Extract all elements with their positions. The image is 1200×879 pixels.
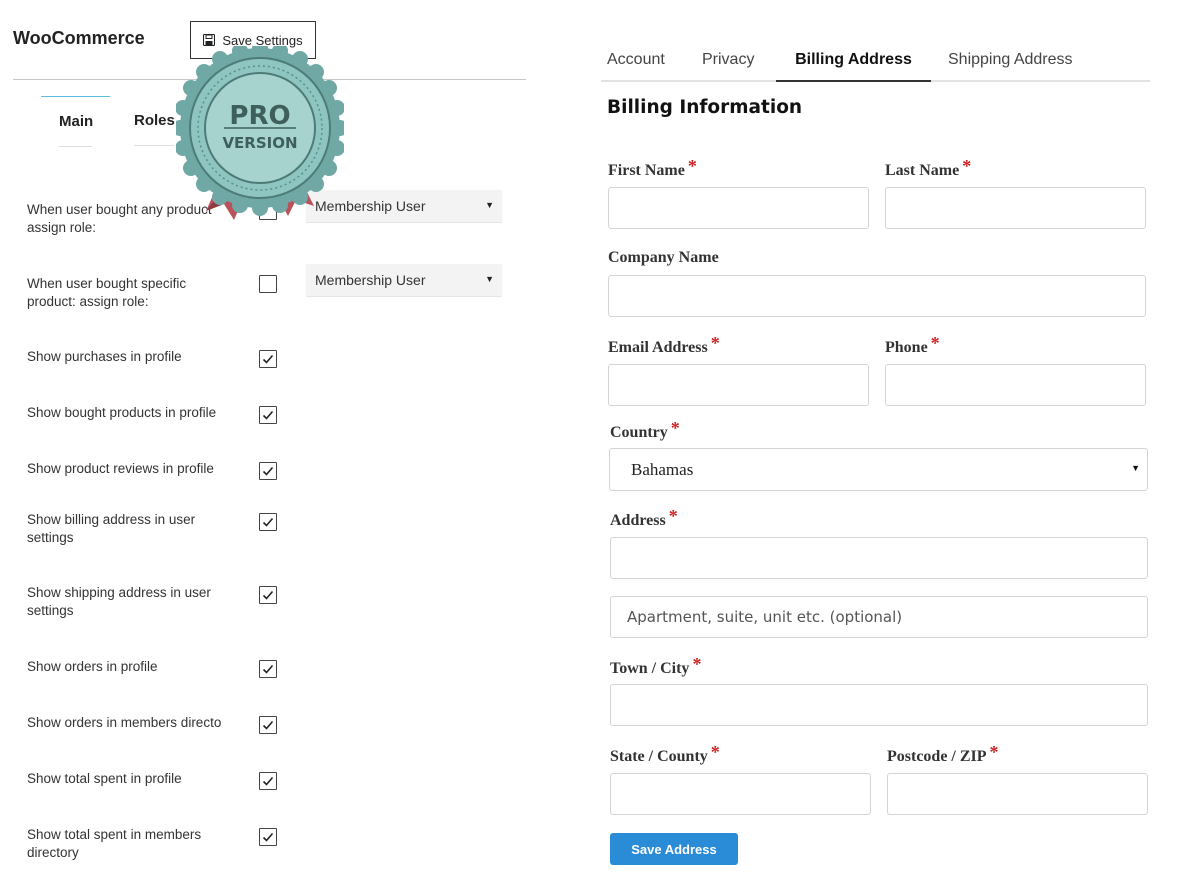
phone-label: Phone * — [885, 333, 940, 356]
option-label: Show bought products in profile — [27, 405, 217, 420]
option-checkbox[interactable] — [259, 513, 277, 531]
checkmark-icon — [262, 776, 274, 786]
checkmark-icon — [262, 720, 274, 730]
address-line1-input[interactable] — [610, 537, 1148, 579]
state-input[interactable] — [610, 773, 871, 815]
required-mark: * — [989, 742, 999, 762]
city-label: Town / City * — [610, 654, 702, 677]
tab-account[interactable]: Account — [607, 38, 665, 80]
option-checkbox[interactable] — [259, 828, 277, 846]
state-label: State / County * — [610, 742, 720, 765]
last-name-input[interactable] — [885, 187, 1146, 229]
caret-down-icon: ▼ — [485, 274, 494, 284]
checkmark-icon — [262, 590, 274, 600]
option-label: Show product reviews in profile — [27, 461, 214, 476]
checkmark-icon — [262, 664, 274, 674]
subtab-main[interactable]: Main — [41, 96, 110, 147]
caret-down-icon: ▼ — [1131, 463, 1140, 473]
city-input[interactable] — [610, 684, 1148, 726]
checkmark-icon — [262, 354, 274, 364]
email-input[interactable] — [608, 364, 869, 406]
caret-down-icon: ▼ — [485, 200, 494, 210]
subtab-underline — [134, 145, 174, 146]
required-mark: * — [930, 333, 940, 353]
option-checkbox[interactable] — [259, 772, 277, 790]
address-label: Address * — [610, 506, 678, 529]
phone-input[interactable] — [885, 364, 1146, 406]
country-label: Country * — [610, 418, 680, 441]
company-name-label: Company Name — [608, 249, 719, 266]
required-mark: * — [710, 742, 720, 762]
required-mark: * — [692, 654, 702, 674]
email-label: Email Address * — [608, 333, 720, 356]
postcode-input[interactable] — [887, 773, 1148, 815]
page-title: WooCommerce — [13, 28, 145, 48]
option-label: Show orders in members directo — [27, 715, 222, 730]
subtab-roles-label: Roles — [134, 112, 175, 129]
woocommerce-settings-panel: WooCommerce Save Settings Main Roles Whe… — [0, 0, 540, 879]
postcode-label: Postcode / ZIP * — [887, 742, 999, 765]
country-value: Bahamas — [631, 459, 694, 479]
subtab-main-label: Main — [59, 113, 94, 130]
checkmark-icon — [262, 832, 274, 842]
checkmark-icon — [262, 466, 274, 476]
badge-pro-text: PRO — [229, 101, 290, 131]
address-line2-input[interactable] — [610, 596, 1148, 638]
first-name-input[interactable] — [608, 187, 869, 229]
option-label: Show total spent in profile — [27, 771, 182, 786]
required-mark: * — [710, 333, 720, 353]
checkmark-icon — [262, 410, 274, 420]
tab-billing-address[interactable]: Billing Address — [776, 38, 931, 82]
option-label: Show total spent in members directory — [27, 827, 202, 860]
option-label: Show orders in profile — [27, 659, 158, 674]
pro-version-badge: PRO VERSION — [172, 40, 348, 222]
role-select-specific-product[interactable]: Membership User ▼ — [306, 264, 502, 297]
option-label: When user bought specific product: assig… — [27, 276, 187, 309]
option-checkbox[interactable] — [259, 275, 277, 293]
subtab-underline — [59, 146, 92, 147]
option-label: Show shipping address in user settings — [27, 585, 211, 618]
required-mark: * — [687, 156, 697, 176]
required-mark: * — [668, 506, 678, 526]
option-checkbox[interactable] — [259, 660, 277, 678]
last-name-label: Last Name * — [885, 156, 972, 179]
option-checkbox[interactable] — [259, 406, 277, 424]
save-address-button[interactable]: Save Address — [610, 833, 738, 865]
option-label: Show purchases in profile — [27, 349, 182, 364]
tab-privacy[interactable]: Privacy — [702, 38, 754, 80]
section-title: Billing Information — [607, 97, 803, 118]
company-name-input[interactable] — [608, 275, 1146, 317]
option-checkbox[interactable] — [259, 586, 277, 604]
required-mark: * — [962, 156, 972, 176]
floppy-disk-icon — [203, 33, 216, 47]
required-mark: * — [670, 418, 680, 438]
tab-shipping-address[interactable]: Shipping Address — [948, 38, 1073, 80]
first-name-label: First Name * — [608, 156, 697, 179]
option-checkbox[interactable] — [259, 350, 277, 368]
option-checkbox[interactable] — [259, 462, 277, 480]
role-select-value: Membership User — [315, 272, 426, 288]
country-select[interactable]: Bahamas ▼ — [609, 448, 1148, 491]
badge-version-text: VERSION — [222, 134, 297, 152]
option-label: Show billing address in user settings — [27, 512, 196, 545]
option-checkbox[interactable] — [259, 716, 277, 734]
account-tabs: Account Privacy Billing Address Shipping… — [601, 38, 1150, 82]
checkmark-icon — [262, 517, 274, 527]
